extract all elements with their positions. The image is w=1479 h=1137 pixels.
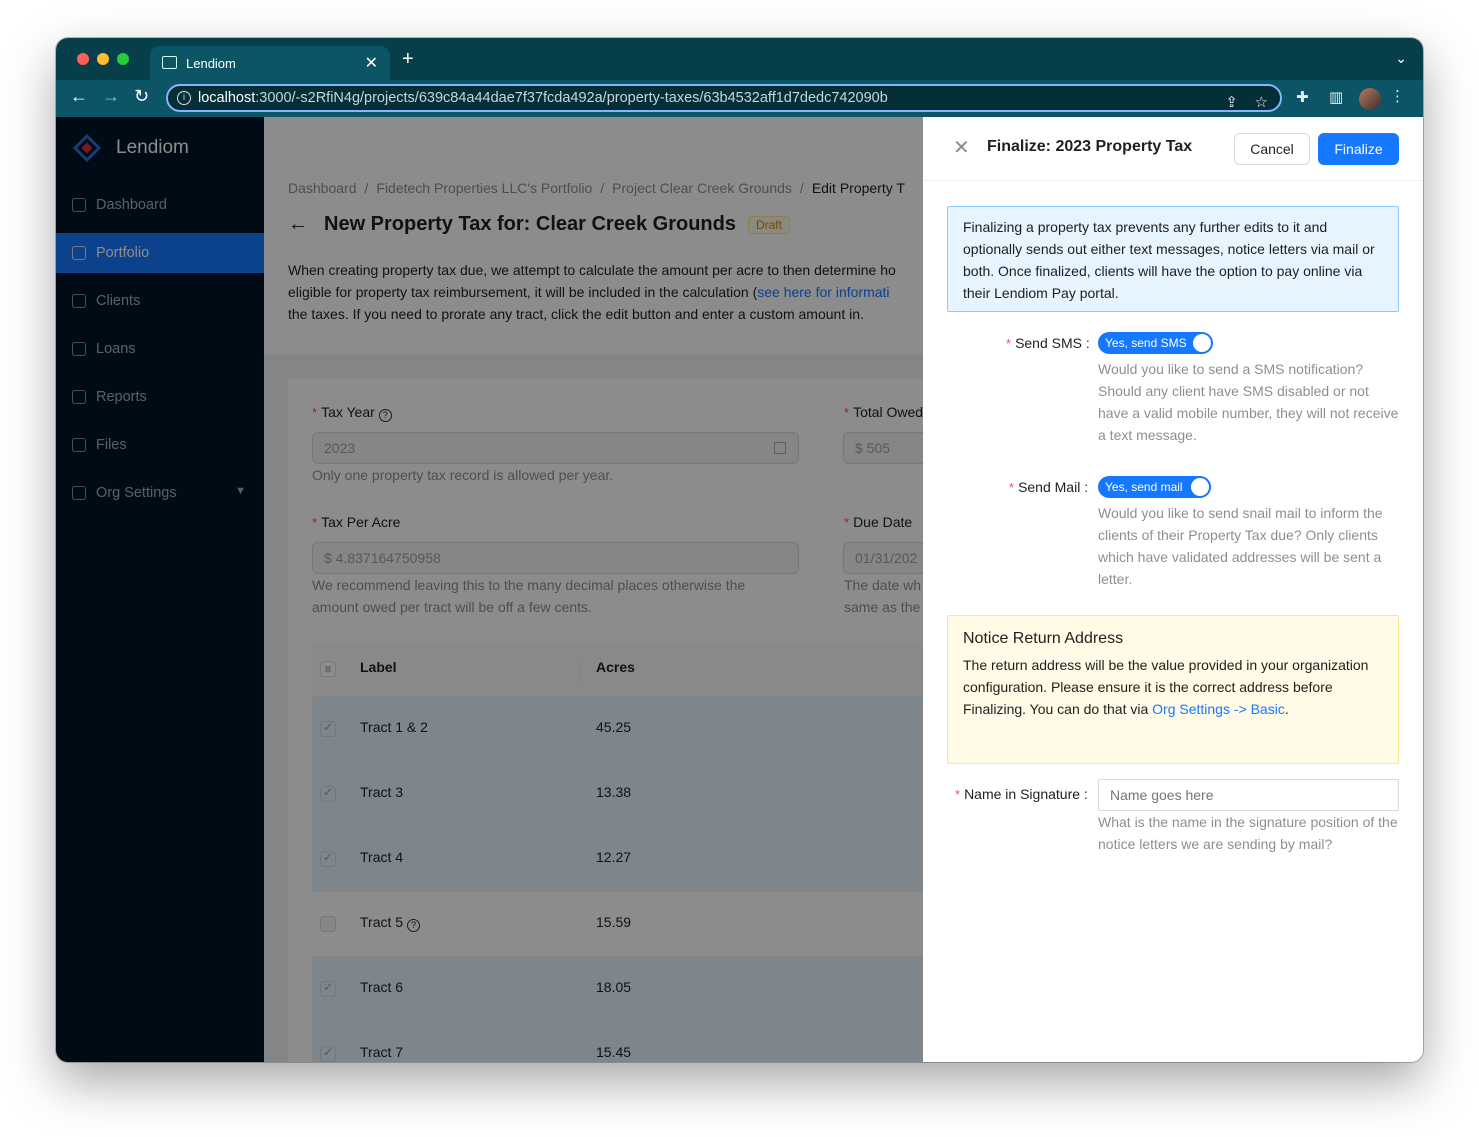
send-sms-toggle[interactable]: Yes, send SMS [1098,332,1213,354]
send-mail-label: * Send Mail : [1009,479,1089,495]
maximize-window-button[interactable] [117,53,129,65]
tab-search-icon[interactable]: ⌄ [1395,50,1407,67]
drawer-header: ✕ Finalize: 2023 Property Tax Cancel Fin… [923,117,1423,181]
tab-bar: Lendiom ✕ + ⌄ [56,38,1423,80]
extensions-icon[interactable]: ✚ [1296,88,1309,106]
side-panel-icon[interactable]: ▥ [1329,88,1343,106]
forward-icon[interactable]: → [102,86,120,107]
cancel-button[interactable]: Cancel [1234,133,1310,165]
close-icon[interactable]: ✕ [953,135,970,160]
address-bar[interactable]: i localhost:3000/-s2RfiN4g/projects/639c… [166,84,1282,112]
minimize-window-button[interactable] [97,53,109,65]
info-alert: Finalizing a property tax prevents any f… [947,206,1399,312]
browser-menu-icon[interactable]: ⋮ [1390,87,1405,105]
drawer-title: Finalize: 2023 Property Tax [987,138,1193,155]
share-icon[interactable]: ⇪ [1225,93,1238,111]
notice-alert: Notice Return Address The return address… [947,615,1399,764]
close-tab-icon[interactable]: ✕ [365,53,378,73]
send-sms-help: Would you like to send a SMS notificatio… [1098,361,1399,443]
send-mail-toggle[interactable]: Yes, send mail [1098,476,1211,498]
back-icon[interactable]: ← [70,86,88,107]
browser-tab[interactable]: Lendiom ✕ [150,46,390,80]
name-in-signature-help: What is the name in the signature positi… [1098,814,1398,852]
send-mail-help: Would you like to send snail mail to inf… [1098,505,1383,587]
drawer-mask[interactable] [56,117,923,1062]
app-content: Lendiom Dashboard Portfolio Clients Loan… [56,117,1423,1062]
finalize-button[interactable]: Finalize [1318,133,1399,165]
notice-body: The return address will be the value pro… [963,657,1369,717]
org-settings-link[interactable]: Org Settings -> Basic [1152,701,1285,717]
browser-window: Lendiom ✕ + ⌄ ← → ↻ i localhost:3000/-s2… [56,38,1423,1062]
site-info-icon[interactable]: i [177,91,191,105]
send-sms-label: * Send SMS : [1006,335,1090,351]
close-window-button[interactable] [77,53,89,65]
bookmark-star-icon[interactable]: ☆ [1255,93,1268,111]
notice-title: Notice Return Address [963,630,1124,647]
reload-icon[interactable]: ↻ [134,86,149,107]
name-in-signature-input[interactable] [1098,779,1399,811]
tab-title: Lendiom [186,55,236,71]
new-tab-button[interactable]: + [402,48,414,71]
url-host: localhost [198,90,256,106]
profile-avatar[interactable] [1359,88,1381,110]
favicon-icon [162,56,177,69]
url-path: :3000/-s2RfiN4g/projects/639c84a44dae7f3… [255,90,888,106]
name-in-signature-label: * Name in Signature : [955,786,1088,802]
finalize-drawer: ✕ Finalize: 2023 Property Tax Cancel Fin… [923,117,1423,1062]
browser-toolbar: ← → ↻ i localhost:3000/-s2RfiN4g/project… [56,80,1423,117]
